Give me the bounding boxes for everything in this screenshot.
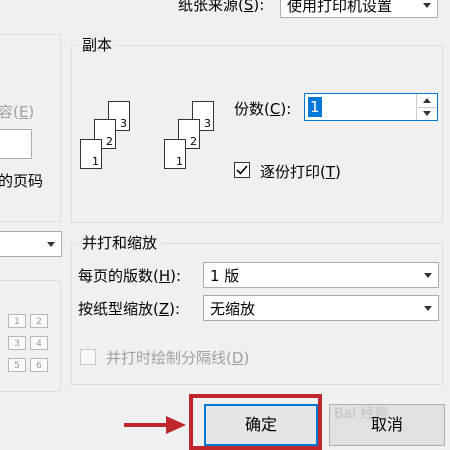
grid-cell: 2 <box>30 314 48 328</box>
collate-stack-icon: 3 2 1 <box>162 95 232 185</box>
collate-stack-icon: 3 2 1 <box>78 95 148 185</box>
chevron-up-icon <box>423 98 431 103</box>
paper-source-value: 使用打印机设置 <box>287 0 393 15</box>
copies-group-title: 副本 <box>78 34 117 55</box>
grid-cell: 5 <box>8 358 26 372</box>
chevron-down-icon <box>423 3 431 8</box>
chevron-down-icon <box>423 111 431 116</box>
chevron-down-icon <box>47 242 55 247</box>
paper-source-select[interactable]: 使用打印机设置 <box>280 0 438 18</box>
grid-cell: 4 <box>30 336 48 350</box>
watermark: Bai 经验 <box>334 406 389 422</box>
pages-per-sheet-label: 每页的版数(H): <box>78 267 182 285</box>
pages-per-sheet-select[interactable]: 1 版 <box>203 262 439 288</box>
left-select[interactable] <box>0 231 62 257</box>
copies-count-label: 份数(C): <box>234 100 292 118</box>
checkmark-icon <box>236 165 248 175</box>
chevron-down-icon <box>424 273 432 278</box>
left-options-group <box>0 34 61 222</box>
draw-borders-label: 并打时绘制分隔线(D) <box>106 349 250 367</box>
spin-up-button[interactable] <box>416 94 437 108</box>
collate-checkbox[interactable] <box>234 162 250 178</box>
grid-cell: 1 <box>8 314 26 328</box>
left-option-label: 容(E) <box>0 103 35 121</box>
scale-to-paper-value: 无缩放 <box>210 300 256 318</box>
scale-to-paper-label: 按纸型缩放(Z): <box>78 300 181 318</box>
chevron-down-icon <box>424 306 432 311</box>
grid-cell: 3 <box>8 336 26 350</box>
copies-count-value[interactable]: 1 <box>308 97 322 117</box>
grid-cell: 6 <box>30 358 48 372</box>
page-numbers-label: 的页码 <box>0 172 44 190</box>
copies-count-spinner[interactable]: 1 <box>304 93 438 121</box>
draw-borders-checkbox[interactable] <box>80 349 96 365</box>
left-text-input[interactable] <box>0 129 32 159</box>
layout-preview-box: 1 2 3 4 5 6 <box>0 280 61 392</box>
zoom-group-title: 并打和缩放 <box>78 232 162 253</box>
collate-label[interactable]: 逐份打印(T) <box>260 161 341 182</box>
ok-button[interactable]: 确定 <box>204 404 318 446</box>
pages-per-sheet-value: 1 版 <box>210 267 240 285</box>
scale-to-paper-select[interactable]: 无缩放 <box>203 295 439 321</box>
arrow-right-icon <box>124 416 186 434</box>
spin-down-button[interactable] <box>416 107 437 120</box>
paper-source-label: 纸张来源(S): <box>178 0 265 14</box>
